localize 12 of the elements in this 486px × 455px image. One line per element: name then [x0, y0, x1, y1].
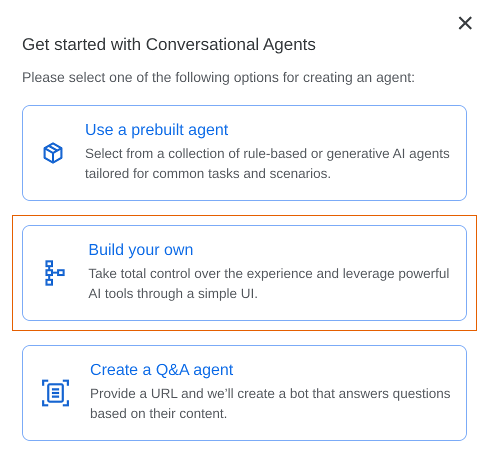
dialog-title: Get started with Conversational Agents — [22, 35, 316, 55]
option-title: Use a prebuilt agent — [85, 122, 230, 140]
option-title: Create a Q&A agent — [90, 362, 234, 380]
option-card[interactable]: Use a prebuilt agent Select from a collection of rule-based or generative AI agents tailored for common tasks and scenarios. — [22, 105, 467, 201]
close-button[interactable]: × — [456, 12, 474, 36]
option-description: Provide a URL and we’ll create a bot that answers questions based on their content. — [90, 385, 452, 423]
option-card[interactable]: Build your own Take total control over the experience and leverage powerful AI tools through a simple UI. — [22, 225, 467, 321]
option-description: Take total control over the experience and leverage powerful AI tools through a simple UI. — [88, 265, 450, 303]
option-title: Build your own — [88, 242, 194, 260]
option-card[interactable]: Create a Q&A agent Provide a URL and we’ll create a bot that answers questions based on their content. — [22, 345, 467, 441]
dialog-subtitle: Please select one of the following options for creating an agent: — [21, 68, 416, 85]
option-description: Select from a collection of rule-based or generative AI agents tailored for common tasks and scenarios. — [85, 145, 451, 183]
